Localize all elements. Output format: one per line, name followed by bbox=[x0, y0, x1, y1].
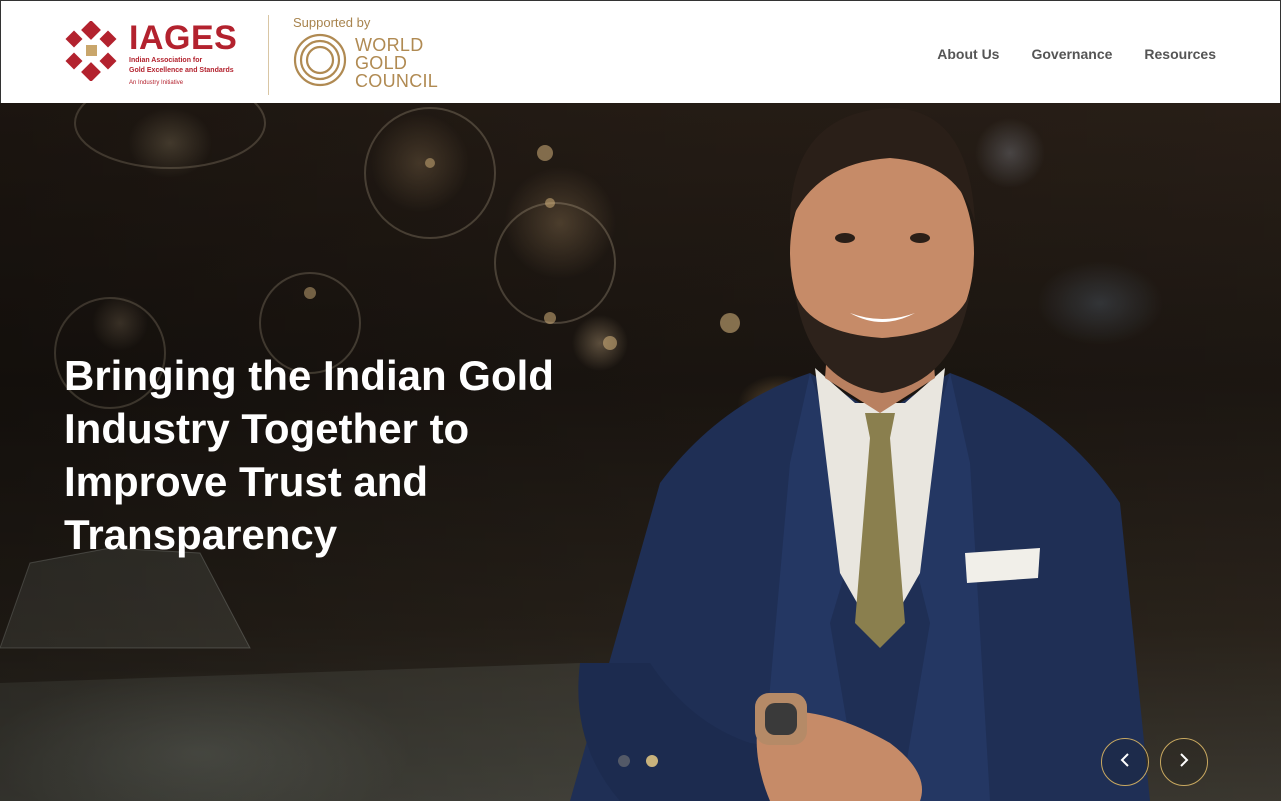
supported-by-label: Supported by bbox=[293, 15, 371, 30]
headline-line-2: Industry Together to bbox=[64, 405, 470, 452]
nav-governance[interactable]: Governance bbox=[1031, 46, 1112, 62]
main-nav: About Us Governance Resources bbox=[937, 46, 1216, 62]
iages-subtitle-2: Gold Excellence and Standards bbox=[129, 67, 234, 74]
nav-resources[interactable]: Resources bbox=[1144, 46, 1216, 62]
site-header: IAGES Indian Association for Gold Excell… bbox=[0, 0, 1281, 103]
iages-flower-icon bbox=[65, 20, 119, 82]
wgc-line-2: GOLD bbox=[355, 52, 408, 73]
carousel-dot-1[interactable] bbox=[618, 755, 630, 767]
iages-logo[interactable]: IAGES Indian Association for Gold Excell… bbox=[65, 19, 238, 86]
carousel-dots bbox=[618, 755, 658, 767]
headline-line-3: Improve Trust and bbox=[64, 458, 429, 505]
header-divider bbox=[268, 15, 269, 95]
world-gold-council-logo[interactable]: Supported by WORLD GOLD COUNCIL bbox=[293, 15, 438, 92]
wgc-line-1: WORLD bbox=[355, 34, 424, 55]
iages-subtitle-1: Indian Association for bbox=[129, 57, 203, 64]
carousel-prev-button[interactable] bbox=[1101, 738, 1149, 786]
hero-headline: Bringing the Indian Gold Industry Togeth… bbox=[64, 349, 604, 561]
wgc-line-3: COUNCIL bbox=[355, 70, 439, 91]
carousel-dot-2[interactable] bbox=[646, 755, 658, 767]
hero-man-in-suit-image bbox=[570, 108, 1150, 801]
chevron-right-icon bbox=[1176, 752, 1192, 773]
carousel-next-button[interactable] bbox=[1160, 738, 1208, 786]
iages-title: IAGES bbox=[129, 19, 238, 57]
headline-line-1: Bringing the Indian Gold bbox=[64, 352, 554, 399]
hero-carousel: Bringing the Indian Gold Industry Togeth… bbox=[0, 103, 1281, 801]
iages-initiative: An Industry Initiative bbox=[129, 80, 184, 86]
headline-line-4: Transparency bbox=[64, 511, 338, 558]
nav-about-us[interactable]: About Us bbox=[937, 46, 999, 62]
wgc-rings-icon bbox=[293, 33, 347, 92]
chevron-left-icon bbox=[1117, 752, 1133, 773]
